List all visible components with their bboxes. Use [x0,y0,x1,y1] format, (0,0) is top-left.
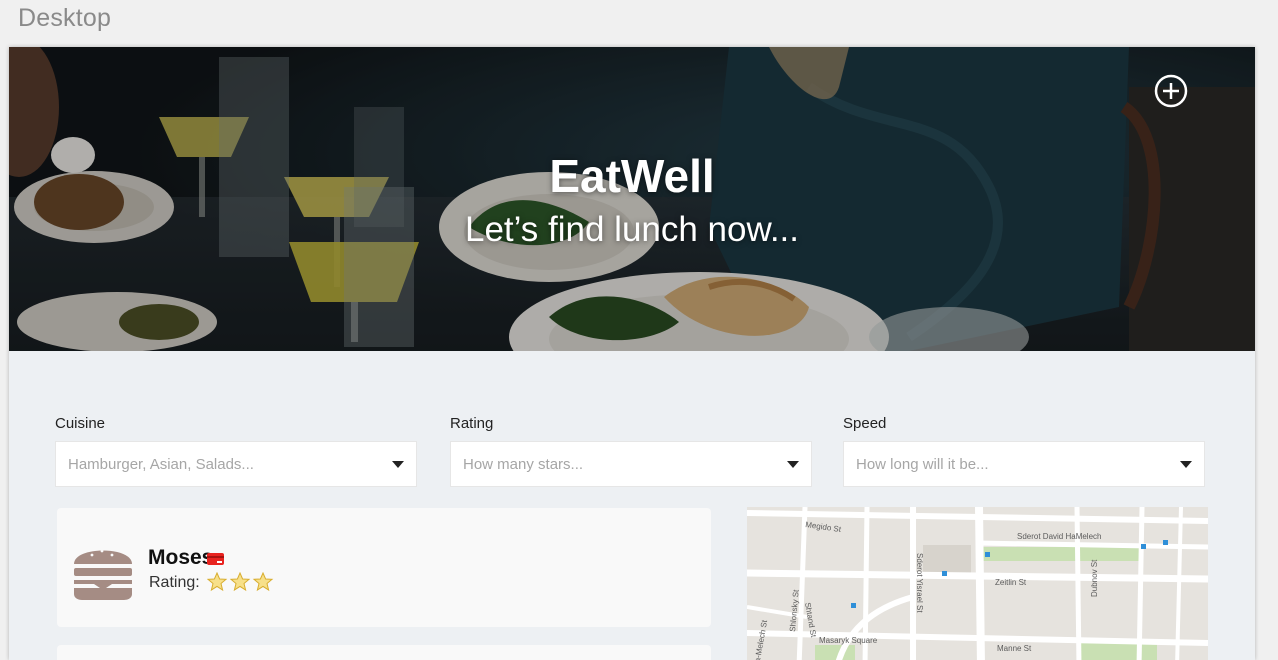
street-label: Masaryk Square [819,636,878,645]
credit-card-icon [207,553,224,565]
rating-label: Rating [450,415,494,432]
star-icon [229,572,251,592]
canvas-label: Desktop [18,4,112,32]
restaurant-card[interactable]: Moses Rating: [57,508,711,627]
street-label: Zeitlin St [995,578,1027,587]
street-map: Megido St Sderot David HaMelech Zeitlin … [747,507,1208,660]
speed-select[interactable] [843,441,1205,487]
speed-input[interactable] [856,442,1156,486]
star-icon [252,572,274,592]
restaurant-card[interactable] [57,645,711,660]
cuisine-select[interactable] [55,441,417,487]
app-frame: EatWell Let’s find lunch now... Cuisine … [9,47,1255,660]
street-label: Sderot David HaMelech [1017,532,1101,541]
chevron-down-icon[interactable] [392,461,404,468]
cuisine-input[interactable] [68,442,368,486]
rating-text: Rating: [149,574,200,591]
rating-input[interactable] [463,442,763,486]
cuisine-label: Cuisine [55,415,106,432]
hamburger-icon [74,549,132,600]
rating-select[interactable] [450,441,812,487]
street-label: Manne St [997,644,1032,653]
chevron-down-icon[interactable] [787,461,799,468]
chevron-down-icon[interactable] [1180,461,1192,468]
hero-banner: EatWell Let’s find lunch now... [9,47,1255,351]
street-label: Sderot Yisrael St [915,553,924,613]
star-icon [207,572,228,592]
rating-stars [207,572,274,592]
speed-label: Speed [843,415,887,432]
app-title: EatWell [549,150,715,202]
app-subtitle: Let’s find lunch now... [464,210,800,249]
add-icon[interactable] [1154,74,1188,108]
restaurant-name: Moses [148,546,214,569]
street-label: Dubnov St [1090,559,1099,597]
map[interactable]: Megido St Sderot David HaMelech Zeitlin … [747,507,1208,660]
